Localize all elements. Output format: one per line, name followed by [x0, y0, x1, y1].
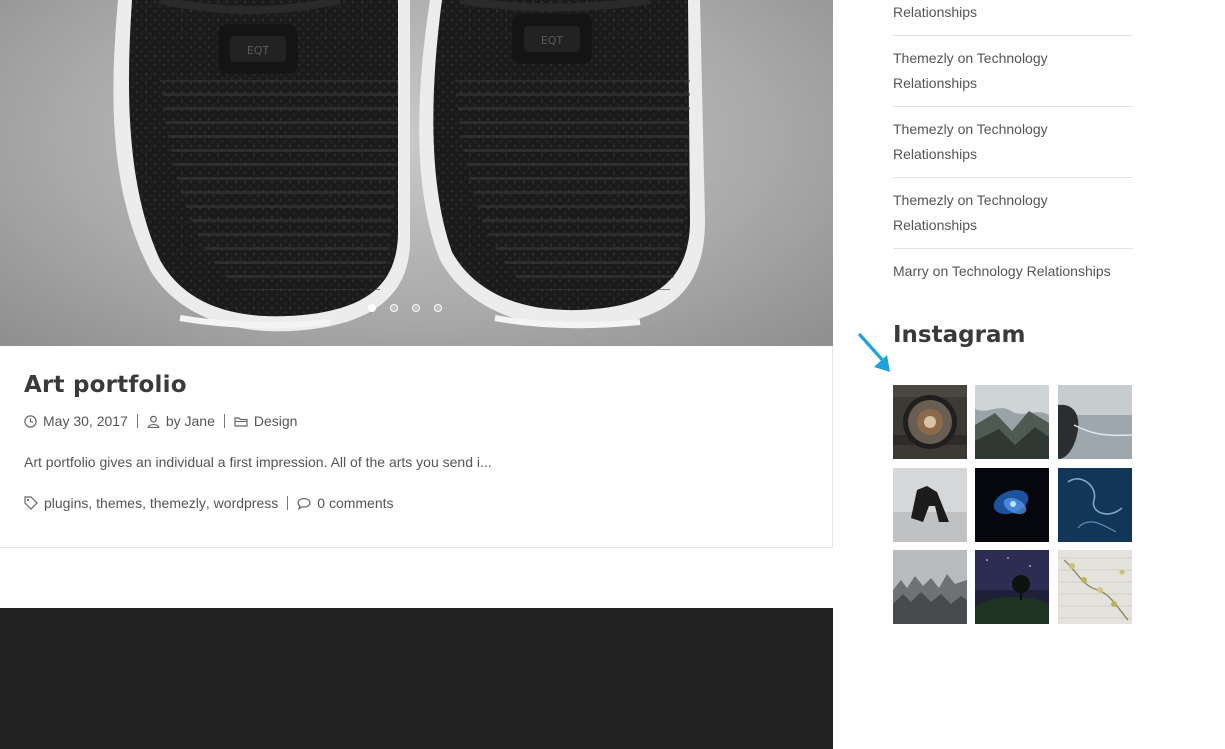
comment-author-link[interactable]: Marry	[893, 263, 929, 279]
slider-dot-2[interactable]	[390, 304, 398, 312]
post-meta: May 30, 2017 by Jane Design	[24, 413, 297, 429]
tag-link[interactable]: themezly	[150, 495, 206, 511]
tag-link[interactable]: wordpress	[214, 495, 279, 511]
tag-separator: ,	[88, 495, 93, 511]
comment-icon	[297, 497, 311, 510]
meta-divider	[136, 414, 138, 428]
user-icon	[147, 415, 160, 428]
recent-comment-item: Themezly on Technology Relationships	[893, 188, 1133, 249]
recent-comment-post-link[interactable]: Technology Relationships	[952, 263, 1111, 279]
annotation-arrow-icon	[858, 333, 890, 372]
tag-link[interactable]: themes	[96, 495, 142, 511]
tag-link[interactable]: plugins	[44, 495, 88, 511]
shoes-photo: EQT EQT	[113, 0, 705, 332]
instagram-photo-coast[interactable]	[1058, 385, 1132, 459]
shoe-logo-right: EQT	[541, 34, 564, 47]
comment-on-text: on	[957, 121, 974, 137]
post-title[interactable]: Art portfolio	[24, 372, 187, 398]
comment-on-text: on	[957, 50, 974, 66]
folder-open-icon	[234, 415, 248, 427]
comment-on-text: on	[932, 263, 949, 279]
slider-pagination	[368, 304, 442, 312]
shoe-logo-left: EQT	[247, 44, 270, 57]
instagram-photo-jellyfish[interactable]	[1058, 468, 1132, 542]
instagram-widget-title: Instagram	[893, 322, 1026, 348]
post-tags: plugins, themes, themezly, wordpress 0 c…	[24, 495, 394, 511]
meta-divider	[223, 414, 225, 428]
instagram-photo-night-tree[interactable]	[975, 550, 1049, 624]
recent-comment-item: Relationships	[893, 0, 1133, 36]
post-excerpt: Art portfolio gives an individual a firs…	[24, 454, 492, 470]
tag-separator: ,	[142, 495, 146, 511]
comments-link[interactable]: 0 comments	[317, 495, 393, 511]
slider-dot-4[interactable]	[434, 304, 442, 312]
comment-author-link[interactable]: Themezly	[893, 121, 954, 137]
post-slider[interactable]: EQT EQT	[0, 0, 833, 346]
footer-section	[0, 608, 833, 749]
comment-author-link[interactable]: Themezly	[893, 192, 954, 208]
instagram-photo-blue-flower[interactable]	[975, 468, 1049, 542]
post-category[interactable]: Design	[254, 413, 298, 429]
slider-dot-1[interactable]	[368, 304, 376, 312]
meta-divider	[287, 496, 289, 510]
post-author[interactable]: by Jane	[166, 413, 215, 429]
post-card: Art portfolio May 30, 2017 by Jane Desig…	[0, 346, 833, 548]
recent-comment-item: Themezly on Technology Relationships	[893, 46, 1133, 107]
recent-comment-item: Marry on Technology Relationships	[893, 259, 1133, 289]
tag-separator: ,	[205, 495, 210, 511]
recent-comment-item: Themezly on Technology Relationships	[893, 117, 1133, 178]
instagram-photo-coffee[interactable]	[893, 385, 967, 459]
instagram-photo-sea-arch[interactable]	[893, 468, 967, 542]
clock-icon	[24, 414, 37, 428]
post-date[interactable]: May 30, 2017	[43, 413, 128, 429]
tag-icon	[24, 496, 38, 510]
comment-on-text: on	[957, 192, 974, 208]
comment-author-link[interactable]: Themezly	[893, 50, 954, 66]
slider-dot-3[interactable]	[412, 304, 420, 312]
instagram-grid	[893, 385, 1133, 625]
instagram-photo-mountains[interactable]	[975, 385, 1049, 459]
instagram-photo-vine-wall[interactable]	[1058, 550, 1132, 624]
recent-comment-post-link[interactable]: Relationships	[893, 4, 977, 20]
instagram-photo-misty-forest[interactable]	[893, 550, 967, 624]
